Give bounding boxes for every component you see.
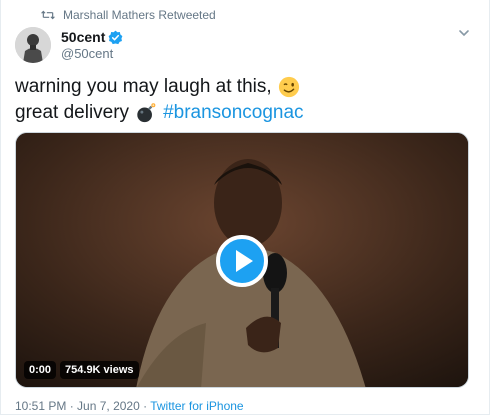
tweet-text: warning you may laugh at this, great del… xyxy=(15,74,475,126)
meta-separator-2: · xyxy=(139,399,151,413)
tweet-metadata: 10:51 PM · Jun 7, 2020 · Twitter for iPh… xyxy=(15,399,244,413)
play-button[interactable] xyxy=(216,235,268,287)
winking-face-icon xyxy=(278,76,299,98)
bomb-icon xyxy=(137,103,156,123)
meta-separator: · xyxy=(66,399,78,413)
tweet-card[interactable]: Marshall Mathers Retweeted 50cent @50cen… xyxy=(0,0,490,415)
tweet-line-2: great delivery xyxy=(15,102,130,123)
author-handle[interactable]: @50cent xyxy=(61,46,123,62)
chevron-down-icon[interactable] xyxy=(457,26,471,40)
hashtag-link[interactable]: #bransoncognac xyxy=(163,100,304,126)
avatar[interactable] xyxy=(15,27,51,63)
retweet-icon xyxy=(41,10,55,20)
author-name[interactable]: 50cent xyxy=(61,28,105,46)
tweet-date[interactable]: Jun 7, 2020 xyxy=(77,399,140,413)
video-views-badge: 754.9K views xyxy=(60,361,139,379)
tweet-author[interactable]: 50cent @50cent xyxy=(15,26,123,64)
tweet-line-1: warning you may laugh at this, xyxy=(15,76,272,97)
play-icon xyxy=(236,250,253,272)
retweet-label: Marshall Mathers Retweeted xyxy=(63,8,216,22)
video-player[interactable]: 0:00 754.9K views xyxy=(15,132,469,388)
tweet-source-link[interactable]: Twitter for iPhone xyxy=(150,399,243,413)
video-time-badge: 0:00 xyxy=(24,361,57,379)
verified-badge-icon xyxy=(108,30,123,44)
retweet-context[interactable]: Marshall Mathers Retweeted xyxy=(41,6,216,24)
tweet-time[interactable]: 10:51 PM xyxy=(15,399,66,413)
